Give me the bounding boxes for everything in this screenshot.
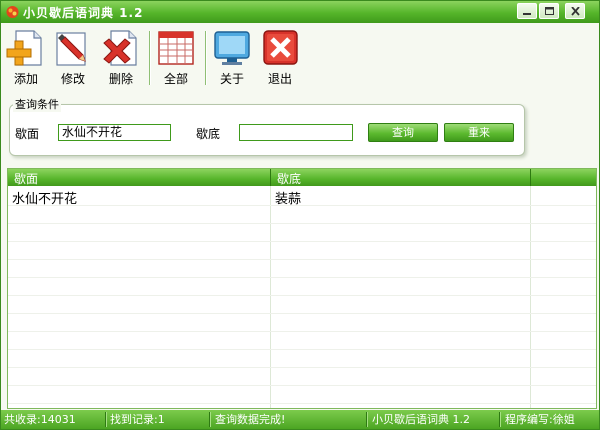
close-button[interactable] [565,3,585,19]
query-group-title: 查询条件 [13,96,61,112]
exit-button[interactable]: 退出 [257,29,303,89]
delete-icon [103,30,137,66]
exit-icon [263,30,298,65]
results-table: 歇面 歇底 水仙不开花 装蒜 [7,168,597,409]
add-icon [6,30,42,66]
status-bar: 共收录:14031 找到记录:1 查询数据完成! 小贝歇后语词典 1.2 程序编… [1,410,599,429]
delete-button[interactable]: 删除 [98,29,144,89]
status-total: 共收录:14031 [4,413,76,426]
riddle-input[interactable]: 水仙不开花 [58,124,171,141]
close-icon [571,7,580,16]
all-button[interactable]: 全部 [153,29,199,89]
toolbar-separator [205,31,207,85]
minimize-icon [523,13,531,15]
table-header: 歇面 歇底 [8,169,596,186]
maximize-icon [545,7,554,15]
status-app: 小贝歇后语词典 1.2 [372,413,470,426]
about-button[interactable]: 关于 [209,29,255,89]
monitor-icon [214,31,250,65]
all-label: 全部 [163,72,188,86]
answer-input[interactable] [239,124,353,141]
table-icon [158,31,194,65]
about-label: 关于 [219,72,244,86]
minimize-button[interactable] [517,3,537,19]
column-header-answer[interactable]: 歇底 [277,170,301,187]
exit-label: 退出 [267,72,292,86]
answer-label: 歇底 [196,127,221,141]
status-author: 程序编写:徐姐 [505,413,575,426]
reset-button[interactable]: 重来 [444,123,514,142]
column-header-riddle[interactable]: 歇面 [14,170,38,187]
delete-label: 删除 [108,72,133,86]
add-label: 添加 [13,72,38,86]
maximize-button[interactable] [539,3,559,19]
header-divider [530,169,531,186]
edit-icon [56,32,86,66]
riddle-label: 歇面 [15,127,40,141]
search-button[interactable]: 查询 [368,123,438,142]
edit-label: 修改 [60,72,85,86]
toolbar: 添加 修改 删除 全部 关于 退出 [1,23,599,91]
window-title: 小贝歇后语词典 1.2 [23,6,144,20]
toolbar-separator [149,31,151,85]
app-icon [6,6,19,18]
add-button[interactable]: 添加 [3,29,49,89]
status-message: 查询数据完成! [215,413,286,426]
header-divider [270,169,271,186]
title-bar[interactable]: 小贝歇后语词典 1.2 [1,1,599,23]
edit-button[interactable]: 修改 [50,29,96,89]
app-window: 小贝歇后语词典 1.2 添加 修改 删除 全部 关于 退出 查询条件 歇面 水仙… [0,0,600,430]
status-found: 找到记录:1 [110,413,165,426]
